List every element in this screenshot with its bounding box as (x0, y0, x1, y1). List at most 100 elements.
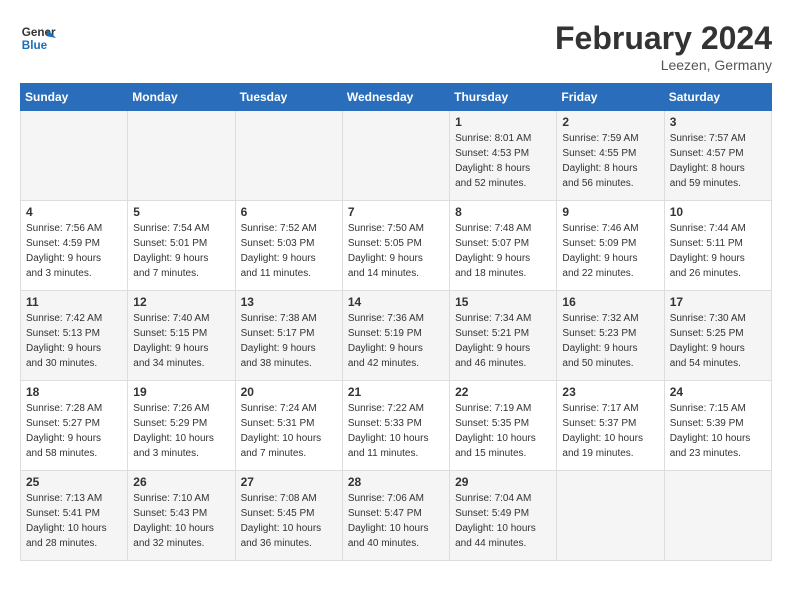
day-info: Sunrise: 7:40 AMSunset: 5:15 PMDaylight:… (133, 311, 229, 371)
calendar-cell (235, 111, 342, 201)
day-info: Sunrise: 7:50 AMSunset: 5:05 PMDaylight:… (348, 221, 444, 281)
day-number: 17 (670, 295, 766, 309)
day-number: 25 (26, 475, 122, 489)
day-info: Sunrise: 7:17 AMSunset: 5:37 PMDaylight:… (562, 401, 658, 461)
logo-icon: General Blue (20, 20, 56, 56)
calendar-cell: 11 Sunrise: 7:42 AMSunset: 5:13 PMDayligh… (21, 291, 128, 381)
calendar-cell: 1 Sunrise: 8:01 AMSunset: 4:53 PMDaylight… (450, 111, 557, 201)
day-number: 11 (26, 295, 122, 309)
calendar-table: SundayMondayTuesdayWednesdayThursdayFrid… (20, 83, 772, 561)
day-info: Sunrise: 7:59 AMSunset: 4:55 PMDaylight:… (562, 131, 658, 191)
day-number: 18 (26, 385, 122, 399)
calendar-cell (21, 111, 128, 201)
calendar-cell: 23 Sunrise: 7:17 AMSunset: 5:37 PMDayligh… (557, 381, 664, 471)
day-info: Sunrise: 7:13 AMSunset: 5:41 PMDaylight:… (26, 491, 122, 551)
calendar-cell: 21 Sunrise: 7:22 AMSunset: 5:33 PMDayligh… (342, 381, 449, 471)
calendar-cell: 2 Sunrise: 7:59 AMSunset: 4:55 PMDaylight… (557, 111, 664, 201)
calendar-cell: 16 Sunrise: 7:32 AMSunset: 5:23 PMDayligh… (557, 291, 664, 381)
calendar-week-row: 4Sunrise: 7:56 AMSunset: 4:59 PMDaylight… (21, 201, 772, 291)
day-number: 2 (562, 115, 658, 129)
title-block: February 2024 Leezen, Germany (555, 20, 772, 73)
day-number: 5 (133, 205, 229, 219)
calendar-cell (342, 111, 449, 201)
day-number: 13 (241, 295, 337, 309)
day-info: Sunrise: 7:54 AMSunset: 5:01 PMDaylight:… (133, 221, 229, 281)
calendar-week-row: 18Sunrise: 7:28 AMSunset: 5:27 PMDayligh… (21, 381, 772, 471)
calendar-week-row: 1 Sunrise: 8:01 AMSunset: 4:53 PMDaylight… (21, 111, 772, 201)
calendar-cell: 20 Sunrise: 7:24 AMSunset: 5:31 PMDayligh… (235, 381, 342, 471)
day-info: Sunrise: 7:08 AMSunset: 5:45 PMDaylight:… (241, 491, 337, 551)
day-number: 16 (562, 295, 658, 309)
day-number: 24 (670, 385, 766, 399)
calendar-header-row: SundayMondayTuesdayWednesdayThursdayFrid… (21, 84, 772, 111)
day-info: Sunrise: 8:01 AMSunset: 4:53 PMDaylight:… (455, 131, 551, 191)
calendar-cell: 25 Sunrise: 7:13 AMSunset: 5:41 PMDayligh… (21, 471, 128, 561)
calendar-cell: 26Sunrise: 7:10 AMSunset: 5:43 PMDayligh… (128, 471, 235, 561)
calendar-cell: 6 Sunrise: 7:52 AMSunset: 5:03 PMDaylight… (235, 201, 342, 291)
day-info: Sunrise: 7:57 AMSunset: 4:57 PMDaylight:… (670, 131, 766, 191)
calendar-cell (128, 111, 235, 201)
day-info: Sunrise: 7:30 AMSunset: 5:25 PMDaylight:… (670, 311, 766, 371)
day-number: 20 (241, 385, 337, 399)
day-number: 19 (133, 385, 229, 399)
calendar-cell: 8Sunrise: 7:48 AMSunset: 5:07 PMDaylight… (450, 201, 557, 291)
day-info: Sunrise: 7:52 AMSunset: 5:03 PMDaylight:… (241, 221, 337, 281)
day-number: 6 (241, 205, 337, 219)
day-info: Sunrise: 7:44 AMSunset: 5:11 PMDaylight:… (670, 221, 766, 281)
calendar-cell: 28 Sunrise: 7:06 AMSunset: 5:47 PMDayligh… (342, 471, 449, 561)
day-number: 7 (348, 205, 444, 219)
day-info: Sunrise: 7:32 AMSunset: 5:23 PMDaylight:… (562, 311, 658, 371)
day-header-sunday: Sunday (21, 84, 128, 111)
page-header: General Blue February 2024 Leezen, Germa… (20, 20, 772, 73)
calendar-cell: 5 Sunrise: 7:54 AMSunset: 5:01 PMDaylight… (128, 201, 235, 291)
day-info: Sunrise: 7:48 AMSunset: 5:07 PMDaylight:… (455, 221, 551, 281)
svg-text:Blue: Blue (22, 39, 48, 52)
calendar-cell: 15 Sunrise: 7:34 AMSunset: 5:21 PMDayligh… (450, 291, 557, 381)
day-number: 10 (670, 205, 766, 219)
day-number: 29 (455, 475, 551, 489)
day-header-tuesday: Tuesday (235, 84, 342, 111)
day-info: Sunrise: 7:22 AMSunset: 5:33 PMDaylight:… (348, 401, 444, 461)
day-info: Sunrise: 7:24 AMSunset: 5:31 PMDaylight:… (241, 401, 337, 461)
calendar-cell: 19 Sunrise: 7:26 AMSunset: 5:29 PMDayligh… (128, 381, 235, 471)
day-header-saturday: Saturday (664, 84, 771, 111)
calendar-cell: 14 Sunrise: 7:36 AMSunset: 5:19 PMDayligh… (342, 291, 449, 381)
calendar-cell: 27 Sunrise: 7:08 AMSunset: 5:45 PMDayligh… (235, 471, 342, 561)
day-number: 21 (348, 385, 444, 399)
calendar-cell: 29Sunrise: 7:04 AMSunset: 5:49 PMDayligh… (450, 471, 557, 561)
day-info: Sunrise: 7:34 AMSunset: 5:21 PMDaylight:… (455, 311, 551, 371)
calendar-cell (557, 471, 664, 561)
day-number: 3 (670, 115, 766, 129)
calendar-cell: 18Sunrise: 7:28 AMSunset: 5:27 PMDayligh… (21, 381, 128, 471)
day-info: Sunrise: 7:36 AMSunset: 5:19 PMDaylight:… (348, 311, 444, 371)
day-number: 28 (348, 475, 444, 489)
location: Leezen, Germany (555, 57, 772, 73)
month-title: February 2024 (555, 20, 772, 57)
day-info: Sunrise: 7:56 AMSunset: 4:59 PMDaylight:… (26, 221, 122, 281)
day-header-friday: Friday (557, 84, 664, 111)
calendar-body: 1 Sunrise: 8:01 AMSunset: 4:53 PMDaylight… (21, 111, 772, 561)
day-info: Sunrise: 7:10 AMSunset: 5:43 PMDaylight:… (133, 491, 229, 551)
calendar-cell: 13Sunrise: 7:38 AMSunset: 5:17 PMDayligh… (235, 291, 342, 381)
calendar-cell: 12 Sunrise: 7:40 AMSunset: 5:15 PMDayligh… (128, 291, 235, 381)
calendar-cell (664, 471, 771, 561)
day-number: 1 (455, 115, 551, 129)
day-info: Sunrise: 7:42 AMSunset: 5:13 PMDaylight:… (26, 311, 122, 371)
day-info: Sunrise: 7:46 AMSunset: 5:09 PMDaylight:… (562, 221, 658, 281)
day-number: 22 (455, 385, 551, 399)
day-number: 27 (241, 475, 337, 489)
calendar-cell: 10 Sunrise: 7:44 AMSunset: 5:11 PMDayligh… (664, 201, 771, 291)
day-number: 15 (455, 295, 551, 309)
logo: General Blue (20, 20, 56, 56)
day-number: 14 (348, 295, 444, 309)
day-info: Sunrise: 7:06 AMSunset: 5:47 PMDaylight:… (348, 491, 444, 551)
calendar-cell: 22Sunrise: 7:19 AMSunset: 5:35 PMDayligh… (450, 381, 557, 471)
day-header-wednesday: Wednesday (342, 84, 449, 111)
calendar-cell: 7 Sunrise: 7:50 AMSunset: 5:05 PMDaylight… (342, 201, 449, 291)
day-number: 12 (133, 295, 229, 309)
day-number: 23 (562, 385, 658, 399)
calendar-week-row: 11 Sunrise: 7:42 AMSunset: 5:13 PMDayligh… (21, 291, 772, 381)
day-info: Sunrise: 7:26 AMSunset: 5:29 PMDaylight:… (133, 401, 229, 461)
svg-text:General: General (22, 26, 56, 39)
day-number: 9 (562, 205, 658, 219)
